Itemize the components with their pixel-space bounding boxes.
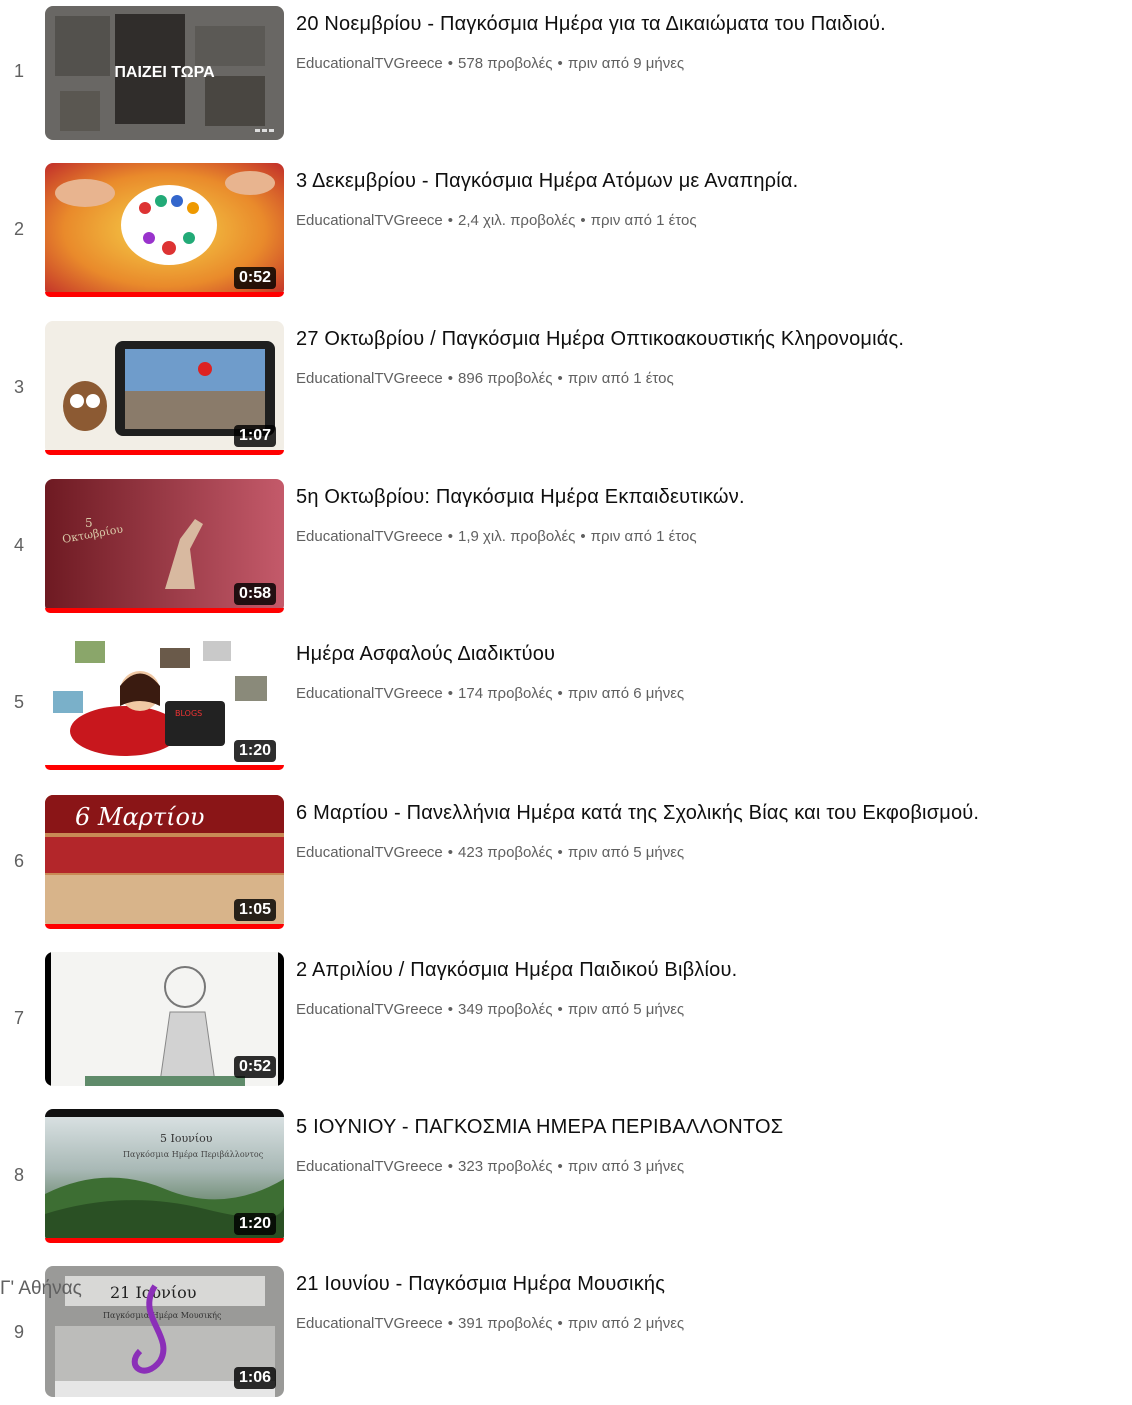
channel-name[interactable]: EducationalTVGreece bbox=[296, 685, 443, 702]
playlist-item[interactable]: 7 0:52 2 Απριλίου / Παγκόσμια Ημέρα Παιδ… bbox=[0, 951, 1132, 1091]
playlist-item[interactable]: 6 6 Μαρτίου 1:05 6 Μαρτίου - Πανελλήνια … bbox=[0, 794, 1132, 934]
channel-name[interactable]: EducationalTVGreece bbox=[296, 55, 443, 72]
duration-badge: 1:20 bbox=[233, 1213, 276, 1235]
item-index: 8 bbox=[13, 1165, 24, 1185]
thumb-text: 6 Μαρτίου bbox=[75, 803, 205, 831]
video-meta: EducationalTVGreece • 349 προβολές • πριν απ… bbox=[296, 1001, 685, 1018]
view-count: 349 προβολές bbox=[458, 1001, 553, 1018]
view-count: 578 προβολές bbox=[458, 55, 553, 72]
duration-badge: 0:52 bbox=[233, 267, 276, 289]
video-title[interactable]: 2 Απριλίου / Παγκόσμια Ημέρα Παιδικού Βι… bbox=[296, 957, 737, 983]
thumb-text: Παγκόσμια Ημέρα Μουσικής bbox=[103, 1311, 222, 1320]
watch-progress-bar bbox=[45, 1238, 284, 1243]
duration-badge: 1:05 bbox=[233, 899, 276, 921]
watch-progress-bar bbox=[45, 608, 284, 613]
video-title[interactable]: 5 ΙΟΥΝΙΟΥ - ΠΑΓΚΟΣΜΙΑ ΗΜΕΡΑ ΠΕΡΙΒΑΛΛΟΝΤΟ… bbox=[296, 1114, 783, 1140]
overlay-caption: Γ' Αθήνας bbox=[0, 1278, 82, 1299]
duration-badge: 1:07 bbox=[233, 425, 276, 447]
channel-name[interactable]: EducationalTVGreece bbox=[296, 528, 443, 545]
channel-name[interactable]: EducationalTVGreece bbox=[296, 370, 443, 387]
channel-name[interactable]: EducationalTVGreece bbox=[296, 844, 443, 861]
video-title[interactable]: 5η Οκτωβρίου: Παγκόσμια Ημέρα Εκπαιδευτι… bbox=[296, 484, 745, 510]
duration-badge: 0:58 bbox=[233, 583, 276, 605]
view-count: 391 προβολές bbox=[458, 1315, 553, 1332]
video-title[interactable]: 20 Νοεμβρίου - Παγκόσμια Ημέρα για τα Δι… bbox=[296, 11, 886, 37]
video-title[interactable]: Ημέρα Ασφαλούς Διαδικτύου bbox=[296, 641, 555, 667]
view-count: 896 προβολές bbox=[458, 370, 553, 387]
channel-name[interactable]: EducationalTVGreece bbox=[296, 1158, 443, 1175]
video-thumbnail[interactable]: 6 Μαρτίου 1:05 bbox=[45, 795, 284, 929]
video-meta: EducationalTVGreece • 2,4 χιλ. προβολές • πρ… bbox=[296, 212, 697, 229]
thumb-text: 5 Ιουνίου bbox=[160, 1132, 213, 1145]
thumb-text: Παγκόσμια Ημέρα Περιβάλλοντος bbox=[123, 1150, 264, 1159]
playlist-item[interactable]: 9 21 Ιουνίου Παγκόσμια Ημέρα Μουσικής 1:… bbox=[0, 1265, 1132, 1405]
video-title[interactable]: 3 Δεκεμβρίου - Παγκόσμια Ημέρα Ατόμων με… bbox=[296, 168, 798, 194]
item-index: 4 bbox=[13, 535, 24, 555]
video-meta: EducationalTVGreece • 174 προβολές • πριν απ… bbox=[296, 685, 685, 702]
duration-badge: 1:06 bbox=[233, 1367, 276, 1389]
duration-badge: 1:20 bbox=[233, 740, 276, 762]
upload-age: πριν από 5 μήνες bbox=[567, 844, 685, 861]
video-thumbnail[interactable]: 1:07 bbox=[45, 321, 284, 455]
now-playing-icon bbox=[255, 129, 274, 132]
video-meta: EducationalTVGreece • 391 προβολές • πριν απ… bbox=[296, 1315, 685, 1332]
video-meta: EducationalTVGreece • 423 προβολές • πριν απ… bbox=[296, 844, 685, 861]
channel-name[interactable]: EducationalTVGreece bbox=[296, 1315, 443, 1332]
item-index: 7 bbox=[13, 1008, 24, 1028]
watch-progress-bar bbox=[45, 924, 284, 929]
channel-name[interactable]: EducationalTVGreece bbox=[296, 212, 443, 229]
video-thumbnail[interactable]: 0:52 bbox=[45, 163, 284, 297]
playlist-item[interactable]: 4 5 Οκτωβρίου 0:58 5η Οκτωβρίου: Παγκόσμ… bbox=[0, 478, 1132, 618]
watch-progress-bar bbox=[45, 450, 284, 455]
thumb-text: BLOGS bbox=[175, 709, 202, 718]
playlist-item[interactable]: 5 BLOGS 1:20 Ημέρα Ασφαλούς Διαδικτύου E… bbox=[0, 635, 1132, 775]
view-count: 423 προβολές bbox=[458, 844, 553, 861]
upload-age: πριν από 2 μήνες bbox=[567, 1315, 685, 1332]
video-title[interactable]: 21 Ιουνίου - Παγκόσμια Ημέρα Μουσικής bbox=[296, 1271, 665, 1297]
video-thumbnail[interactable]: 5 Ιουνίου Παγκόσμια Ημέρα Περιβάλλοντος … bbox=[45, 1109, 284, 1243]
channel-name[interactable]: EducationalTVGreece bbox=[296, 1001, 443, 1018]
video-meta: EducationalTVGreece • 896 προβολές • πριν απ… bbox=[296, 370, 674, 387]
view-count: 323 προβολές bbox=[458, 1158, 553, 1175]
watch-progress-bar bbox=[45, 765, 284, 770]
item-index: 9 bbox=[13, 1322, 24, 1342]
video-thumbnail[interactable]: 0:52 bbox=[45, 952, 284, 1086]
upload-age: πριν από 1 έτος bbox=[590, 528, 697, 545]
upload-age: πριν από 5 μήνες bbox=[567, 1001, 685, 1018]
video-title[interactable]: 6 Μαρτίου - Πανελλήνια Ημέρα κατά της Σχ… bbox=[296, 800, 979, 826]
item-index: 3 bbox=[13, 377, 24, 397]
view-count: 174 προβολές bbox=[458, 685, 553, 702]
playlist-item[interactable]: 1 ΠΑΙΖΕΙ ΤΩΡΑ 20 Νοεμβρίου - Παγκόσμια Η… bbox=[0, 5, 1132, 145]
video-title[interactable]: 27 Οκτωβρίου / Παγκόσμια Ημέρα Οπτικοακο… bbox=[296, 326, 904, 352]
video-thumbnail[interactable]: 5 Οκτωβρίου 0:58 bbox=[45, 479, 284, 613]
video-thumbnail[interactable]: BLOGS 1:20 bbox=[45, 636, 284, 770]
view-count: 2,4 χιλ. προβολές bbox=[458, 212, 576, 229]
duration-badge: 0:52 bbox=[233, 1056, 276, 1078]
upload-age: πριν από 1 έτος bbox=[590, 212, 697, 229]
view-count: 1,9 χιλ. προβολές bbox=[458, 528, 576, 545]
upload-age: πριν από 3 μήνες bbox=[567, 1158, 685, 1175]
now-playing-overlay: ΠΑΙΖΕΙ ΤΩΡΑ bbox=[45, 6, 284, 140]
item-index: 6 bbox=[13, 851, 24, 871]
upload-age: πριν από 1 έτος bbox=[567, 370, 674, 387]
watch-progress-bar bbox=[45, 292, 284, 297]
upload-age: πριν από 9 μήνες bbox=[567, 55, 685, 72]
playlist-item[interactable]: 2 0:52 3 Δεκεμβρίου - Παγκόσμια Ημέρα Ατ… bbox=[0, 162, 1132, 302]
video-meta: EducationalTVGreece • 323 προβολές • πριν απ… bbox=[296, 1158, 685, 1175]
item-index: 5 bbox=[13, 692, 24, 712]
upload-age: πριν από 6 μήνες bbox=[567, 685, 685, 702]
playlist-item[interactable]: 8 5 Ιουνίου Παγκόσμια Ημέρα Περιβάλλοντο… bbox=[0, 1108, 1132, 1248]
video-meta: EducationalTVGreece • 1,9 χιλ. προβολές • πρ… bbox=[296, 528, 697, 545]
video-meta: EducationalTVGreece • 578 προβολές • πριν απ… bbox=[296, 55, 685, 72]
playlist-item[interactable]: 3 1:07 27 Οκτωβρίου / Παγκόσμια Ημέρα Οπ… bbox=[0, 320, 1132, 460]
item-index: 1 bbox=[13, 61, 24, 81]
video-thumbnail[interactable]: ΠΑΙΖΕΙ ΤΩΡΑ bbox=[45, 6, 284, 140]
item-index: 2 bbox=[13, 219, 24, 239]
